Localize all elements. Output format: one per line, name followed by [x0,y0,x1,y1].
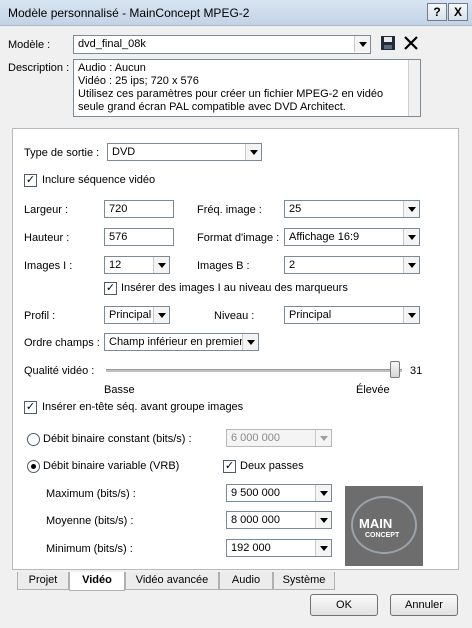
vbr-radio[interactable] [27,460,40,473]
min-value: 192 000 [231,542,271,554]
close-button[interactable]: X [448,3,468,21]
description-line: Utilisez ces paramètres pour créer un fi… [78,88,384,100]
insert-iframes-checkbox[interactable]: ✓ [104,282,117,295]
tab-advanced-video[interactable]: Vidéo avancée [125,572,219,590]
format-value: Affichage 16:9 [289,231,360,243]
format-label: Format d'image : [197,232,280,244]
template-label: Modèle : [8,39,51,51]
profile-label: Profil : [24,310,56,322]
quality-slider-track[interactable] [106,369,402,372]
cbr-value: 6 000 000 [231,432,280,444]
width-label: Largeur : [24,204,69,216]
max-select[interactable]: 9 500 000 [226,484,332,502]
description-line: Vidéo : 25 ips; 720 x 576 [78,75,199,87]
field-order-label: Ordre champs : [24,337,100,349]
output-type-select[interactable]: DVD [107,143,262,161]
max-label: Maximum (bits/s) : [46,488,136,500]
logo-sub-text: CONCEPT [365,532,400,539]
title-bar: Modèle personnalisé - MainConcept MPEG-2… [0,0,472,26]
ok-button[interactable]: OK [310,594,378,616]
bframes-value: 2 [289,259,296,271]
cbr-radio[interactable] [27,433,40,446]
help-button[interactable]: ? [427,3,447,21]
framerate-select[interactable]: 25 [284,200,420,218]
description-scrollbar[interactable] [408,60,420,116]
tab-system[interactable]: Système [273,572,335,590]
cancel-button[interactable]: Annuler [390,594,458,616]
include-video-label: Inclure séquence vidéo [42,174,156,186]
save-icon[interactable] [380,35,398,53]
chevron-down-icon [153,307,169,323]
chevron-down-icon [403,201,419,217]
description-box[interactable]: Audio : Aucun Vidéo : 25 ips; 720 x 576 … [73,59,421,117]
iframes-value: 12 [109,259,122,271]
bframes-select[interactable]: 2 [284,256,420,274]
profile-select[interactable]: Principal [104,306,170,324]
level-label: Niveau : [214,310,255,322]
template-select[interactable]: dvd_final_08k [73,35,371,54]
chevron-down-icon [403,307,419,323]
insert-iframes-label: Insérer des images I au niveau des marqu… [121,282,348,294]
insert-header-checkbox[interactable]: ✓ [24,401,37,414]
quality-label: Qualité vidéo : [24,365,95,377]
avg-select[interactable]: 8 000 000 [226,511,332,529]
insert-header-label: Insérer en-tête séq. avant groupe images [42,401,244,413]
min-select[interactable]: 192 000 [226,539,332,557]
iframes-label: Images I : [24,260,73,272]
window-title: Modèle personnalisé - MainConcept MPEG-2 [8,6,250,20]
output-type-label: Type de sortie : [24,147,100,159]
format-select[interactable]: Affichage 16:9 [284,228,420,246]
template-value: dvd_final_08k [78,38,146,50]
description-line: seule grand écran PAL compatible avec DV… [78,101,346,113]
tab-audio[interactable]: Audio [219,572,273,590]
field-order-value: Champ inférieur en premier [109,336,243,348]
tab-video[interactable]: Vidéo [69,572,125,591]
chevron-down-icon [245,144,261,160]
level-select[interactable]: Principal [284,306,420,324]
include-video-checkbox[interactable]: ✓ [24,174,37,187]
two-pass-checkbox[interactable]: ✓ [223,460,236,473]
framerate-label: Fréq. image : [197,204,262,216]
vbr-label: Débit binaire variable (VRB) [43,460,180,472]
output-type-value: DVD [112,146,136,158]
max-value: 9 500 000 [231,487,280,499]
logo-main-text: MAIN [359,516,393,531]
avg-label: Moyenne (bits/s) : [46,515,134,527]
description-label: Description : [8,62,70,74]
width-input[interactable]: 720 [104,200,174,218]
two-pass-label: Deux passes [240,460,304,472]
chevron-down-icon [315,485,331,501]
chevron-down-icon [403,257,419,273]
field-order-select[interactable]: Champ inférieur en premier [104,333,259,351]
description-line: Audio : Aucun [78,62,146,74]
quality-high-label: Élevée [356,384,390,396]
chevron-down-icon [403,229,419,245]
profile-value: Principal [109,309,152,321]
bframes-label: Images B : [197,260,250,272]
min-label: Minimum (bits/s) : [46,543,133,555]
quality-slider-thumb[interactable] [390,361,400,378]
height-input[interactable]: 576 [104,228,174,246]
height-label: Hauteur : [24,232,70,244]
quality-low-label: Basse [104,384,135,396]
iframes-select[interactable]: 12 [104,256,170,274]
chevron-down-icon [315,512,331,528]
level-value: Principal [289,309,332,321]
mainconcept-logo: MAIN CONCEPT [345,486,423,566]
delete-icon[interactable] [403,35,421,53]
chevron-down-icon [315,430,331,446]
chevron-down-icon [354,36,370,52]
chevron-down-icon [153,257,169,273]
avg-value: 8 000 000 [231,514,280,526]
chevron-down-icon [242,334,258,350]
cbr-label: Débit binaire constant (bits/s) : [43,433,192,445]
cbr-select[interactable]: 6 000 000 [226,429,332,447]
chevron-down-icon [315,540,331,556]
framerate-value: 25 [289,203,302,215]
quality-value: 31 [410,365,423,377]
tab-project[interactable]: Projet [17,572,69,590]
